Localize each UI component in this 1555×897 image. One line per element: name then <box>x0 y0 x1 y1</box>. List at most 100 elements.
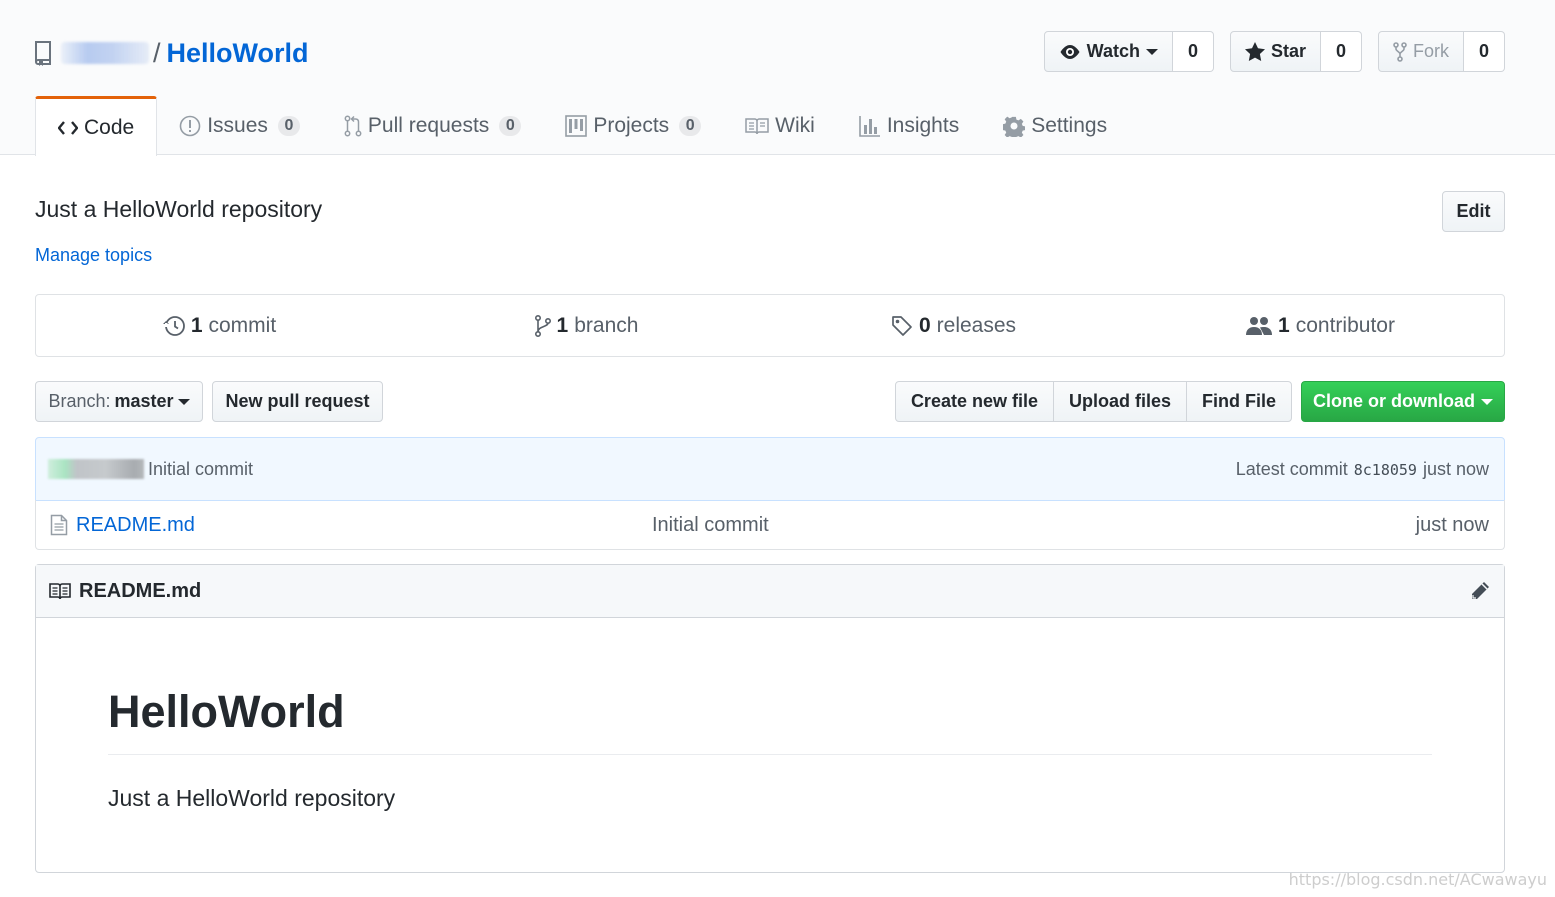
file-commit-message-link[interactable]: Initial commit <box>652 514 769 537</box>
tab-settings[interactable]: Settings <box>981 96 1129 155</box>
tab-projects-label: Projects <box>593 113 670 137</box>
tab-wiki[interactable]: Wiki <box>723 96 837 155</box>
branches-label: branch <box>574 313 639 337</box>
readme-box: README.md HelloWorld Just a HelloWorld r… <box>35 564 1505 873</box>
star-label: Star <box>1270 41 1306 61</box>
history-icon <box>162 315 185 337</box>
file-name-link[interactable]: README.md <box>76 514 652 537</box>
contributors-count: 1 <box>1278 313 1290 337</box>
tab-code[interactable]: Code <box>35 96 158 156</box>
releases-link[interactable]: 0 releases <box>770 295 1137 356</box>
repo-name-link[interactable]: HelloWorld <box>167 38 309 69</box>
caret-down-icon <box>1481 398 1493 406</box>
tab-insights-label: Insights <box>886 113 960 137</box>
star-button[interactable]: Star <box>1229 31 1321 72</box>
commit-author-blurred[interactable] <box>48 459 144 479</box>
watch-label: Watch <box>1086 41 1140 61</box>
people-icon <box>1246 316 1273 336</box>
fork-label: Fork <box>1413 41 1449 61</box>
releases-count: 0 <box>918 313 931 337</box>
repo-header: / HelloWorld Watch 0 Star 0 Fork 0 Code … <box>0 0 1555 156</box>
code-icon <box>58 120 78 135</box>
repo-icon <box>33 40 53 66</box>
tab-issues-label: Issues <box>207 113 268 137</box>
branch-icon <box>534 314 551 337</box>
tag-icon <box>891 315 913 337</box>
issue-icon <box>179 115 201 137</box>
tab-insights[interactable]: Insights <box>837 96 981 155</box>
latest-commit-age: just now <box>1422 458 1489 479</box>
caret-down-icon <box>1145 48 1158 56</box>
eye-icon <box>1059 44 1081 60</box>
readme-paragraph: Just a HelloWorld repository <box>108 785 396 811</box>
readme-content: HelloWorld Just a HelloWorld repository <box>36 684 1504 812</box>
fork-control: Fork 0 <box>1378 31 1505 72</box>
file-list: README.md Initial commit just now <box>35 500 1505 550</box>
book-icon <box>745 117 769 135</box>
star-control: Star 0 <box>1229 31 1362 72</box>
branch-prefix: Branch: <box>48 391 111 411</box>
file-row: README.md Initial commit just now <box>36 500 1504 550</box>
repo-nav: Code Issues 0 Pull requests 0 Projects 0… <box>35 96 1129 156</box>
clone-or-download-button[interactable]: Clone or download <box>1301 381 1505 422</box>
repo-title: / HelloWorld <box>33 36 309 70</box>
commit-sha-link[interactable]: 8c18059 <box>1354 461 1417 479</box>
tab-projects[interactable]: Projects 0 <box>543 96 723 155</box>
contributors-link[interactable]: 1 contributor <box>1137 295 1504 356</box>
tab-issues[interactable]: Issues 0 <box>157 96 322 155</box>
owner-name-blurred[interactable] <box>61 42 149 64</box>
file-navigation: Branch: master New pull request Create n… <box>35 381 1505 423</box>
tab-settings-label: Settings <box>1031 113 1108 137</box>
branches-link[interactable]: 1 branch <box>403 295 770 356</box>
edit-description-button[interactable]: Edit <box>1442 191 1505 232</box>
new-pull-request-button[interactable]: New pull request <box>212 381 383 422</box>
commits-label: commit <box>208 313 277 337</box>
path-separator: / <box>153 37 161 68</box>
pull-request-icon <box>344 115 362 137</box>
star-icon <box>1244 42 1265 61</box>
commits-count: 1 <box>190 313 203 337</box>
commits-link[interactable]: 1 commit <box>36 295 403 356</box>
fork-button[interactable]: Fork <box>1378 31 1464 72</box>
issues-counter: 0 <box>277 115 300 136</box>
watch-count[interactable]: 0 <box>1172 31 1214 72</box>
create-new-file-button[interactable]: Create new file <box>894 381 1054 422</box>
latest-commit-info: Latest commit 8c18059 just now <box>1236 459 1489 480</box>
watch-control: Watch 0 <box>1043 31 1214 72</box>
pencil-icon[interactable] <box>1470 581 1490 601</box>
file-actions-group: Create new file Upload files Find File <box>894 381 1292 422</box>
fork-icon <box>1393 41 1407 62</box>
contributors-label: contributor <box>1295 313 1395 337</box>
branch-name: master <box>114 391 174 411</box>
readme-heading: HelloWorld <box>108 684 1432 755</box>
file-icon <box>50 514 68 536</box>
readme-filename: README.md <box>79 579 202 602</box>
tab-code-label: Code <box>84 115 135 139</box>
repo-description: Just a HelloWorld repository <box>35 196 323 222</box>
latest-commit-prefix: Latest commit <box>1235 458 1348 479</box>
file-age: just now <box>1415 513 1489 536</box>
clone-label: Clone or download <box>1313 391 1475 411</box>
readme-header: README.md <box>36 565 1504 618</box>
branches-count: 1 <box>556 313 569 337</box>
project-icon <box>565 114 588 137</box>
find-file-button[interactable]: Find File <box>1186 381 1292 422</box>
fork-count[interactable]: 0 <box>1464 31 1505 72</box>
book-icon <box>49 582 71 600</box>
star-count[interactable]: 0 <box>1321 31 1362 72</box>
projects-counter: 0 <box>679 115 702 136</box>
manage-topics-link[interactable]: Manage topics <box>35 245 152 266</box>
repo-numbers-summary: 1 commit 1 branch 0 releases 1 contribut… <box>35 294 1505 357</box>
commit-message-link[interactable]: Initial commit <box>148 459 253 480</box>
releases-label: releases <box>936 313 1017 337</box>
gear-icon <box>1003 115 1026 137</box>
upload-files-button[interactable]: Upload files <box>1052 381 1187 422</box>
tab-pull-requests[interactable]: Pull requests 0 <box>322 96 543 155</box>
repo-actions: Watch 0 Star 0 Fork 0 <box>1028 31 1505 72</box>
watch-button[interactable]: Watch <box>1043 31 1173 72</box>
latest-commit-bar: Initial commit Latest commit 8c18059 jus… <box>35 437 1505 501</box>
watermark: https://blog.csdn.net/ACwawayu <box>1288 870 1547 889</box>
branch-select-button[interactable]: Branch: master <box>35 381 203 422</box>
caret-down-icon <box>177 398 190 406</box>
graph-icon <box>859 115 881 137</box>
